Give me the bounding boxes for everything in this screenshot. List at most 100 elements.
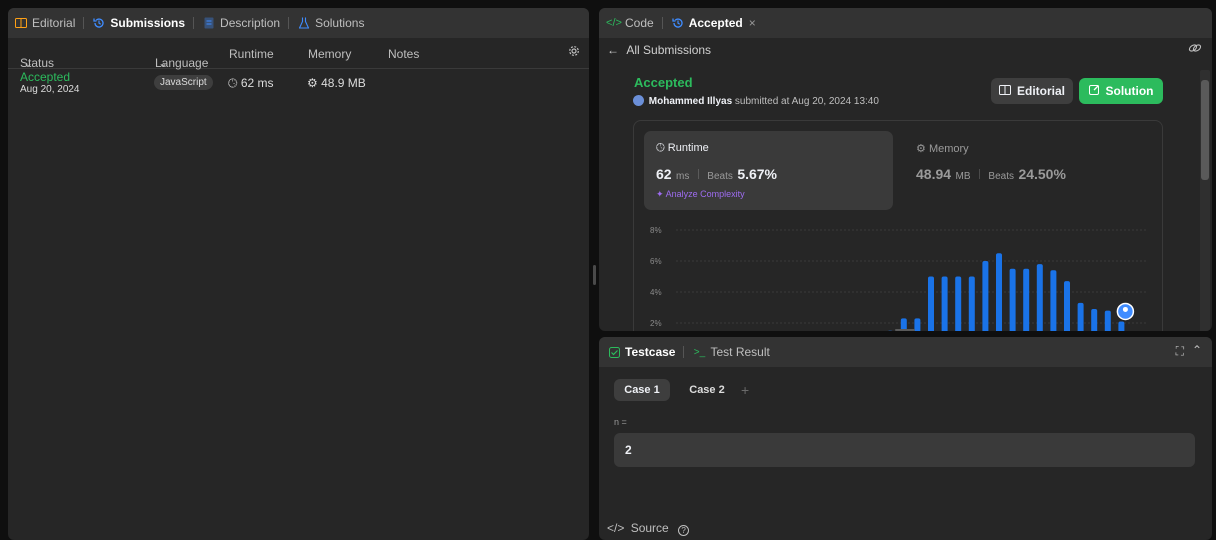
- tab-divider: [193, 17, 195, 29]
- left-tabbar: Editorial Submissions Description Soluti…: [8, 8, 589, 38]
- chart-y-tick-label: 4%: [650, 288, 662, 297]
- tab-label: Test Result: [710, 345, 770, 359]
- accepted-panel: </> Code Accepted × ← All Submissions Ac…: [599, 8, 1212, 331]
- submitted-text: submitted at Aug 20, 2024 13:40: [734, 96, 879, 107]
- vertical-resize-handle[interactable]: [593, 265, 596, 285]
- chart-bar[interactable]: [928, 276, 934, 332]
- chart-bar[interactable]: [996, 253, 1002, 331]
- memory-stat-value: 48.94: [916, 166, 952, 182]
- runtime-distribution-chart: 8% 6% 4% 2%: [650, 226, 1146, 332]
- case-tab-1[interactable]: Case 1: [614, 379, 670, 401]
- user-name[interactable]: Mohammed Illyas: [649, 96, 732, 107]
- close-icon[interactable]: ×: [749, 16, 756, 30]
- source-link[interactable]: </> Source ?: [607, 521, 690, 536]
- history-icon: [671, 16, 685, 30]
- add-case-button[interactable]: +: [741, 379, 749, 401]
- solution-label: Solution: [1105, 84, 1154, 98]
- memory-cell: ⚙︎ 48.9 MB: [307, 76, 366, 90]
- tab-accepted[interactable]: Accepted ×: [665, 16, 762, 30]
- runtime-title: 🕓︎ Runtime: [656, 142, 709, 155]
- tab-divider: [683, 346, 685, 358]
- runtime-stat-value: 62: [656, 166, 672, 182]
- chart-bar[interactable]: [1118, 321, 1125, 331]
- variable-label: n =: [614, 417, 627, 427]
- testcase-tabbar: Testcase >_ Test Result ⛶ ⌃: [599, 337, 1212, 367]
- tab-code[interactable]: </> Code: [599, 16, 660, 30]
- scrollbar-thumb[interactable]: [1201, 80, 1209, 180]
- chevron-up-icon[interactable]: ⌃: [1192, 343, 1202, 357]
- runtime-stat-box[interactable]: 🕓︎ Runtime 62 ms Beats 5.67% ✦ Analyze C…: [644, 131, 893, 210]
- clock-icon: 🕓︎: [656, 142, 665, 154]
- chart-y-tick-label: 2%: [650, 319, 662, 328]
- help-icon[interactable]: ?: [678, 525, 690, 536]
- tab-testcase[interactable]: Testcase: [599, 345, 681, 359]
- chart-bar[interactable]: [1009, 268, 1016, 331]
- chart-bar[interactable]: [914, 318, 921, 331]
- runtime-value: 62 ms: [240, 76, 274, 90]
- editorial-button[interactable]: Editorial: [991, 78, 1073, 104]
- runtime-beats-value: 5.67%: [737, 166, 778, 182]
- memory-beats-value: 24.50%: [1018, 166, 1066, 182]
- solution-button[interactable]: Solution: [1079, 78, 1163, 104]
- book-icon: [998, 84, 1011, 98]
- code-icon: </>: [607, 521, 625, 535]
- vertical-scrollbar[interactable]: [1200, 70, 1210, 331]
- analyze-complexity-link[interactable]: ✦ Analyze Complexity: [656, 189, 745, 200]
- chart-bar[interactable]: [1104, 310, 1111, 331]
- memory-column-header: Memory: [308, 47, 352, 61]
- submission-row[interactable]: Accepted Aug 20, 2024 JavaScript 🕓︎ 62 m…: [8, 70, 589, 110]
- back-label: All Submissions: [626, 43, 712, 57]
- chart-bar[interactable]: [1091, 309, 1098, 331]
- submission-status[interactable]: Accepted: [20, 70, 70, 84]
- checkbox-icon: [607, 345, 621, 359]
- runtime-stat-unit: ms: [676, 171, 690, 182]
- memory-stat-box[interactable]: ⚙︎ Memory 48.94 MB Beats 24.50%: [904, 131, 1153, 210]
- tab-test-result[interactable]: >_ Test Result: [686, 345, 775, 359]
- chart-y-tick-label: 8%: [650, 226, 662, 235]
- chart-bar[interactable]: [955, 276, 962, 332]
- tab-label: Code: [625, 16, 654, 30]
- memory-beats-label: Beats: [988, 171, 1014, 182]
- tab-label: Solutions: [315, 16, 365, 30]
- tab-divider: [661, 17, 663, 29]
- clock-icon: 🕓︎: [228, 76, 238, 90]
- chart-bar[interactable]: [982, 261, 989, 331]
- submitter-line: Mohammed Illyas submitted at Aug 20, 202…: [633, 95, 879, 107]
- runtime-title-label: Runtime: [667, 142, 709, 154]
- memory-value: 48.9 MB: [321, 76, 366, 90]
- chart-bar[interactable]: [1023, 268, 1030, 331]
- memory-stat-unit: MB: [955, 171, 971, 182]
- chart-bar[interactable]: [941, 276, 948, 332]
- avatar: [633, 95, 644, 106]
- chart-bar[interactable]: [1064, 281, 1070, 331]
- book-icon: [14, 16, 28, 30]
- share-link-icon[interactable]: [1188, 42, 1202, 57]
- settings-gear-icon[interactable]: [568, 45, 580, 60]
- tab-submissions[interactable]: Submissions: [86, 16, 191, 30]
- performance-card: 🕓︎ Runtime 62 ms Beats 5.67% ✦ Analyze C…: [633, 120, 1163, 331]
- testcase-panel: Testcase >_ Test Result ⛶ ⌃ Case 1 Case …: [599, 337, 1212, 540]
- tab-label: Submissions: [110, 16, 186, 30]
- memory-title-label: Memory: [928, 143, 969, 155]
- tab-description[interactable]: Description: [196, 16, 286, 30]
- chart-bar[interactable]: [1077, 302, 1084, 331]
- chart-bar[interactable]: [968, 276, 975, 332]
- runtime-column-header: Runtime: [229, 47, 274, 61]
- chip-icon: ⚙︎: [916, 143, 926, 155]
- code-icon: </>: [606, 17, 622, 29]
- case-tab-2[interactable]: Case 2: [679, 379, 735, 401]
- tab-solutions[interactable]: Solutions: [291, 16, 370, 30]
- tab-label: Testcase: [625, 345, 676, 359]
- document-icon: [202, 16, 216, 30]
- edit-icon: [1088, 84, 1100, 98]
- tab-editorial[interactable]: Editorial: [8, 16, 81, 30]
- variable-input[interactable]: 2: [614, 433, 1195, 467]
- chart-bar[interactable]: [1036, 264, 1043, 331]
- back-link[interactable]: ← All Submissions: [607, 43, 711, 57]
- tab-label: Description: [220, 16, 281, 30]
- chart-bar[interactable]: [1050, 270, 1057, 331]
- resize-handle[interactable]: [895, 329, 915, 331]
- tab-divider: [83, 17, 85, 29]
- expand-icon[interactable]: ⛶: [1176, 344, 1184, 359]
- editorial-label: Editorial: [1016, 84, 1065, 98]
